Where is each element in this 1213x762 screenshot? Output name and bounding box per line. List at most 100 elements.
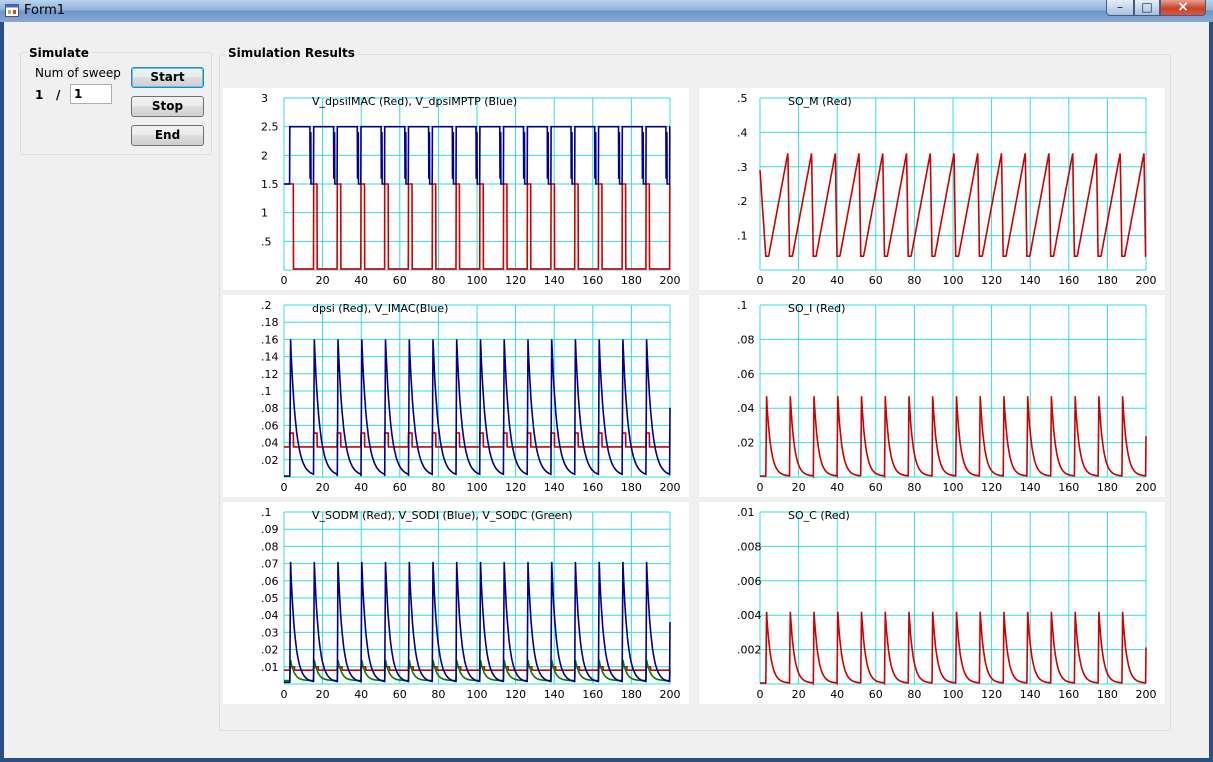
chart-title: dpsi (Red), V_IMAC(Blue) [312,302,448,315]
y-tick-label: .02 [261,644,279,657]
x-tick-label: 40 [354,688,368,701]
x-tick-label: 200 [1136,688,1157,701]
x-tick-label: 120 [981,274,1002,287]
x-tick-label: 40 [354,481,368,494]
y-tick-label: .2 [261,299,272,312]
y-tick-label: .04 [261,437,279,450]
y-tick-label: .07 [261,558,279,571]
x-tick-label: 60 [393,688,407,701]
x-tick-label: 140 [1020,274,1041,287]
maximize-button[interactable]: □ [1134,0,1160,16]
chart-so-m: 0 20 40 60 80 100 120 140 160 180 200 .5 .4 .3 .2 .1 SO_… [699,88,1165,290]
x-tick-label: 20 [316,481,330,494]
x-tick-label: 120 [981,481,1002,494]
chart-title: V_dpsiIMAC (Red), V_dpsiMPTP (Blue) [312,95,517,108]
y-tick-label: .1 [261,506,272,519]
x-tick-label: 80 [431,481,445,494]
x-tick-label: 0 [281,688,288,701]
y-tick-label: .4 [737,126,748,139]
end-button[interactable]: End [131,125,204,146]
close-button[interactable]: × [1160,0,1206,16]
y-tick-label: .12 [261,368,279,381]
results-group-label: Simulation Results [226,46,357,60]
chart-dpsi-imac: 0 20 40 60 80 100 120 140 160 180 200 .2 .18 .16 .14 .1… [223,295,689,497]
y-tick-label: .002 [737,644,762,657]
chart-sod-voltages: 0 20 40 60 80 100 120 140 160 180 200 .1 .09 .08 .07 .0… [223,502,689,704]
y-tick-label: .16 [261,333,279,346]
y-tick-label: .14 [261,351,279,364]
sweep-separator: / [56,88,61,102]
y-tick-label: .09 [261,523,279,536]
y-tick-label: .04 [261,609,279,622]
x-tick-label: 160 [582,481,603,494]
x-tick-label: 120 [505,274,526,287]
y-tick-label: .02 [261,454,279,467]
minimize-button[interactable]: – [1106,0,1134,16]
x-tick-label: 100 [467,481,488,494]
x-tick-label: 80 [431,688,445,701]
chart-so-c: 0 20 40 60 80 100 120 140 160 180 200 .01 .008 .006 .0… [699,502,1165,704]
x-tick-label: 40 [830,688,844,701]
x-tick-label: 120 [505,688,526,701]
y-tick-label: .01 [737,506,755,519]
y-tick-label: 1 [261,207,268,220]
y-tick-label: .006 [737,575,762,588]
x-tick-label: 20 [792,274,806,287]
x-tick-label: 60 [869,481,883,494]
x-tick-label: 180 [1097,274,1118,287]
stop-button[interactable]: Stop [131,96,204,117]
chart-grid [283,511,671,685]
x-tick-label: 40 [830,274,844,287]
x-tick-label: 200 [660,274,681,287]
x-tick-label: 20 [792,688,806,701]
start-button[interactable]: Start [131,67,204,88]
y-tick-label: .05 [261,592,279,605]
x-tick-label: 120 [505,481,526,494]
current-sweep-value: 1 [35,88,44,102]
x-tick-label: 20 [316,274,330,287]
simulate-group-label: Simulate [27,46,91,60]
x-tick-label: 120 [981,688,1002,701]
form-client-area: Simulate Num of sweep 1 / 1 Start Stop E… [4,22,1209,758]
x-tick-label: 0 [757,688,764,701]
x-tick-label: 80 [907,481,921,494]
x-tick-label: 180 [621,481,642,494]
y-tick-label: .08 [261,540,279,553]
x-tick-label: 0 [281,481,288,494]
chart-grid [283,304,671,478]
y-tick-label: .1 [261,385,272,398]
y-tick-label: .18 [261,316,279,329]
chart-grid [759,304,1147,478]
x-tick-label: 80 [431,274,445,287]
y-tick-label: .06 [261,419,279,432]
x-tick-label: 0 [757,274,764,287]
x-tick-label: 140 [544,481,565,494]
y-tick-label: .5 [737,92,748,105]
app-icon [5,4,19,17]
title-bar: Form1 – □ × [0,0,1213,22]
y-tick-label: 2 [261,149,268,162]
x-tick-label: 0 [757,481,764,494]
x-tick-label: 80 [907,688,921,701]
total-sweep-input[interactable]: 1 [70,84,112,104]
x-tick-label: 80 [907,274,921,287]
x-tick-label: 100 [943,688,964,701]
x-tick-label: 160 [582,274,603,287]
x-tick-label: 60 [869,274,883,287]
x-tick-label: 100 [943,481,964,494]
y-tick-label: .08 [737,333,755,346]
y-tick-label: .1 [737,230,748,243]
chart-title: SO_C (Red) [788,509,850,522]
x-tick-label: 160 [1058,688,1079,701]
x-tick-label: 20 [316,688,330,701]
y-tick-label: .5 [261,235,272,248]
y-tick-label: .1 [737,299,748,312]
x-tick-label: 200 [660,481,681,494]
x-tick-label: 60 [393,481,407,494]
y-tick-label: .06 [261,575,279,588]
x-tick-label: 60 [393,274,407,287]
y-tick-label: .004 [737,609,762,622]
x-tick-label: 180 [1097,481,1118,494]
chart-title: SO_M (Red) [788,95,852,108]
y-tick-label: 1.5 [261,178,279,191]
